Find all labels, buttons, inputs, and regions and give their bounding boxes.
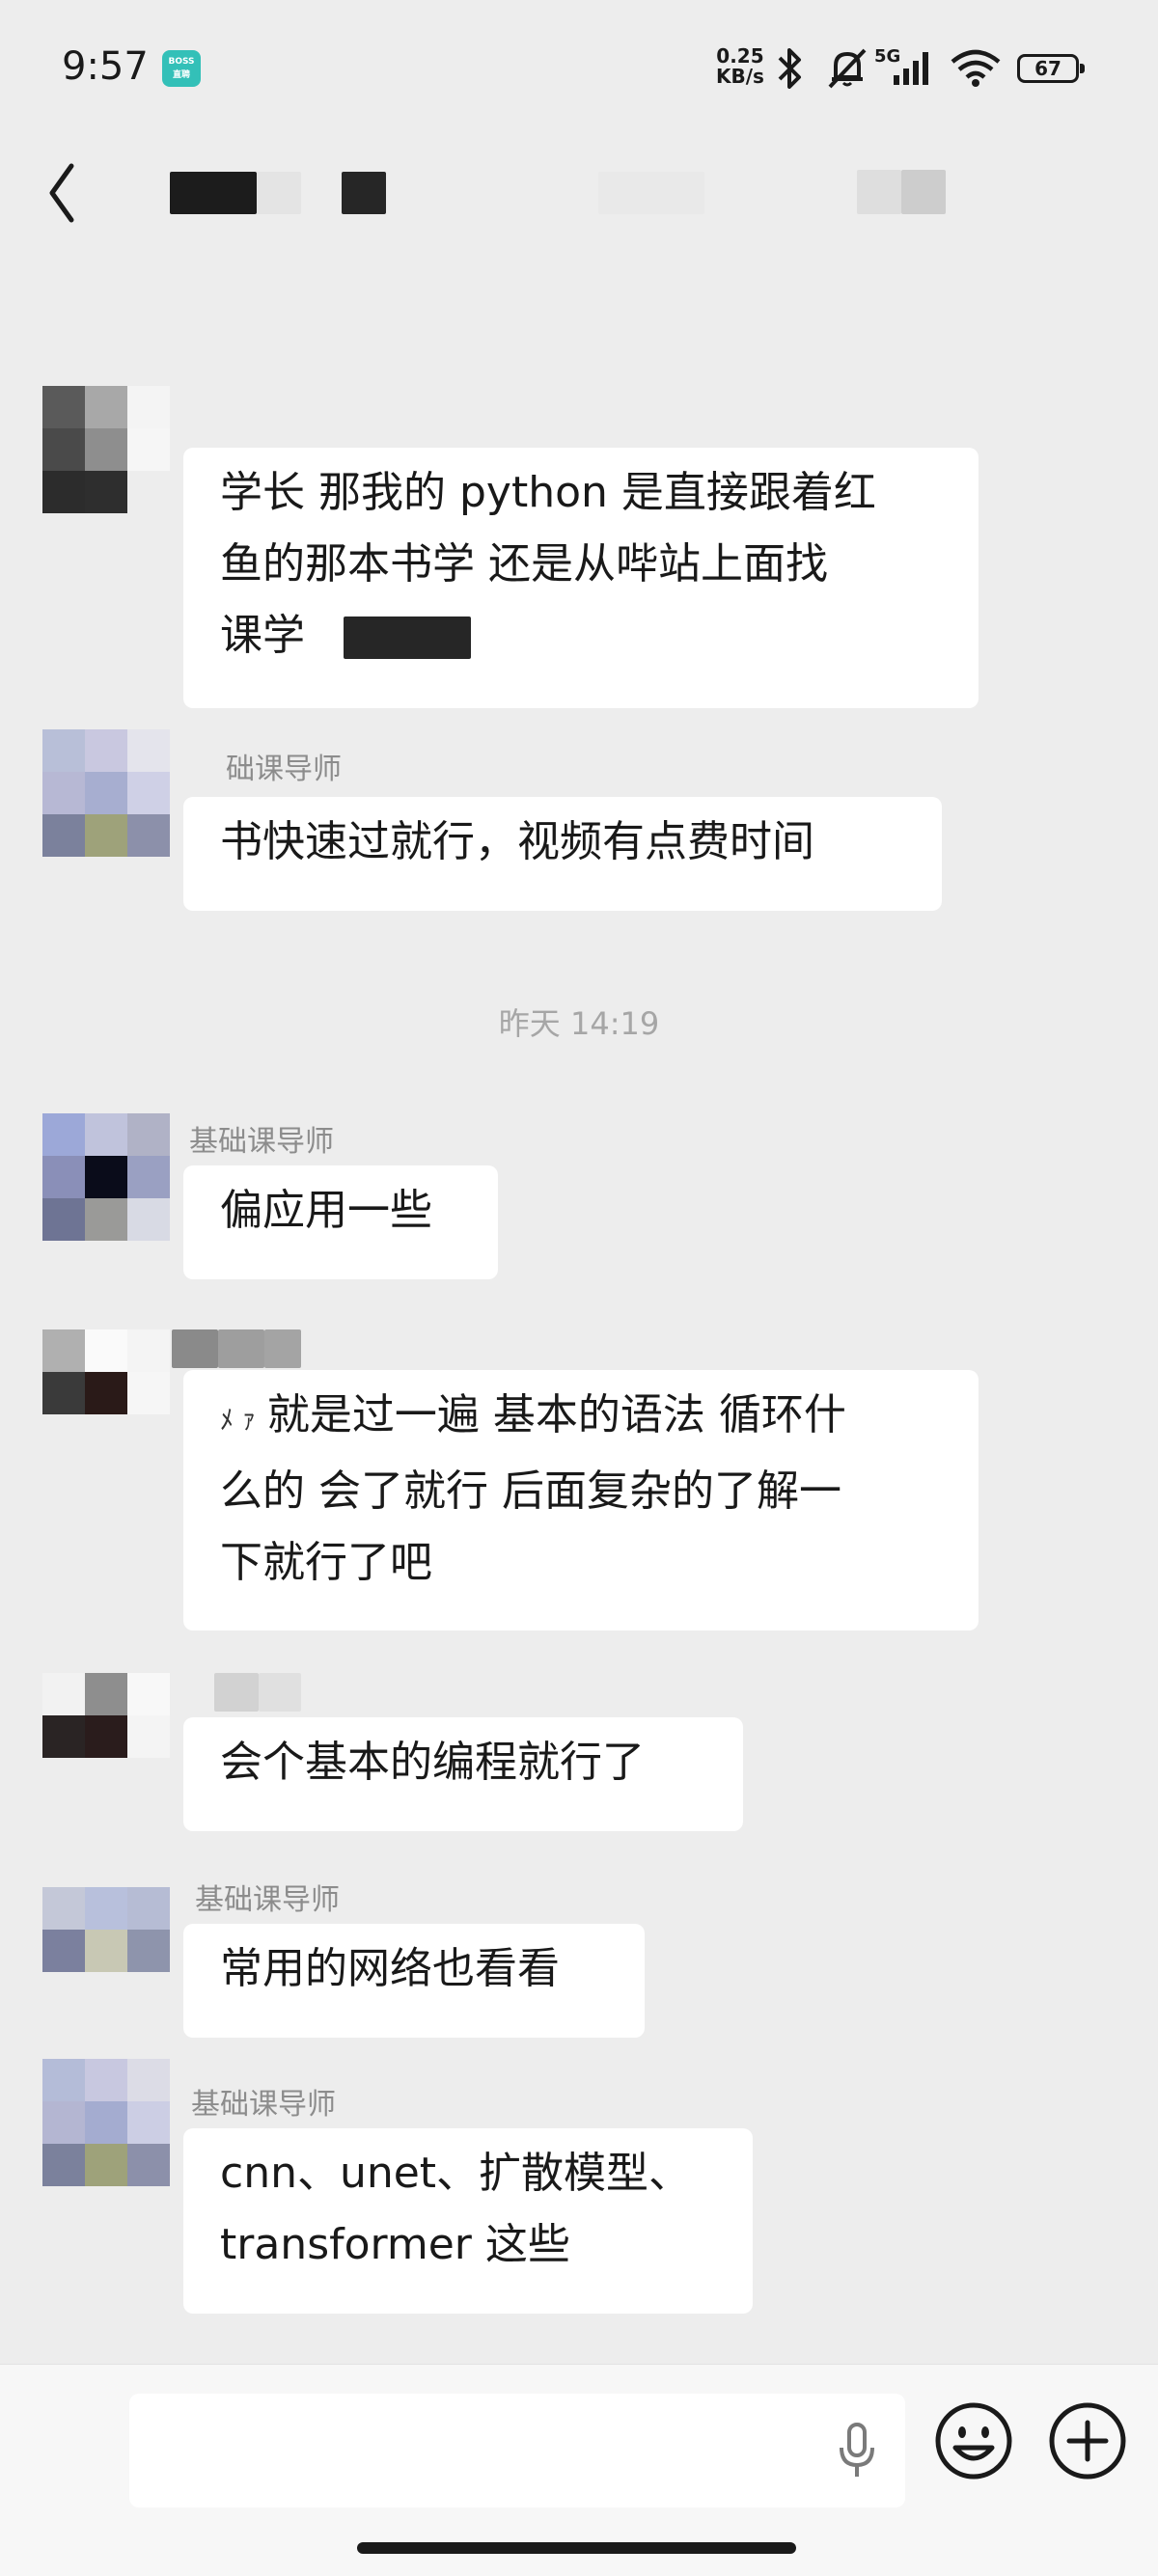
boss-app-badge: BOSS 直聘 <box>162 50 201 87</box>
message-text-line: 偏应用一些 <box>220 1186 432 1235</box>
chat-title-redacted <box>598 172 704 214</box>
avatar[interactable] <box>42 1673 170 1800</box>
message-text-line: 学长 那我的 python 是直接跟着红 <box>220 468 876 517</box>
message-bubble[interactable]: 常用的网络也看看 <box>183 1924 645 2038</box>
message-text-line: 课学 <box>220 611 305 660</box>
home-indicator[interactable] <box>357 2542 796 2554</box>
net-speed-value: 0.25 <box>716 44 764 68</box>
header-action-redacted[interactable] <box>901 170 946 214</box>
message-text-line: 会个基本的编程就行了 <box>220 1738 645 1787</box>
plus-icon[interactable] <box>1046 2399 1129 2482</box>
message-text-line: 常用的网络也看看 <box>220 1944 560 1993</box>
chat-title-redacted <box>257 172 301 214</box>
status-bar: 9:57 BOSS 直聘 0.25 KB/s 5G 67 <box>0 0 1158 135</box>
message-text-line: transformer 这些 <box>220 2220 570 2269</box>
avatar[interactable] <box>42 386 170 513</box>
message-bubble[interactable]: 书快速过就行，视频有点费时间 <box>183 797 942 911</box>
redacted-text <box>344 617 471 659</box>
message-bubble[interactable]: 会个基本的编程就行了 <box>183 1717 743 1831</box>
chat-title-redacted <box>342 172 386 214</box>
sender-name: 基础课导师 <box>195 1883 340 1917</box>
message-text-line: 鱼的那本书学 还是从哔站上面找 <box>220 539 828 589</box>
message-text-line: 书快速过就行，视频有点费时间 <box>220 817 814 866</box>
avatar[interactable] <box>42 1113 170 1241</box>
avatar[interactable] <box>42 1887 170 2014</box>
signal-icon <box>894 52 928 85</box>
sender-name-redacted <box>172 1329 218 1368</box>
message-bubble[interactable]: 偏应用一些 <box>183 1165 498 1279</box>
net-speed: 0.25 KB/s <box>716 46 764 87</box>
message-input[interactable] <box>129 2394 905 2507</box>
microphone-icon[interactable] <box>838 2423 876 2479</box>
chat-header <box>0 135 1158 260</box>
avatar[interactable] <box>42 729 170 857</box>
sender-name-redacted <box>218 1329 264 1368</box>
emoji-icon[interactable] <box>932 2399 1015 2482</box>
status-time: 9:57 <box>62 44 149 89</box>
message-text-line: 下就行了吧 <box>220 1538 432 1587</box>
sender-name: 基础课导师 <box>189 1125 334 1159</box>
avatar[interactable] <box>42 1329 170 1457</box>
redacted-text: ﾒ ｧ <box>220 1404 256 1436</box>
sender-name-redacted <box>264 1329 301 1368</box>
message-bubble[interactable]: 学长 那我的 python 是直接跟着红 鱼的那本书学 还是从哔站上面找 课学 <box>183 448 979 708</box>
header-action-redacted[interactable] <box>857 170 901 214</box>
bluetooth-icon <box>778 48 801 89</box>
bell-muted-icon <box>828 48 867 89</box>
message-text-line: 就是过一遍 基本的语法 循环什 <box>266 1390 846 1439</box>
sender-name-redacted <box>214 1673 259 1712</box>
message-text-line: cnn、unet、扩散模型、 <box>220 2149 692 2198</box>
chat-title-redacted <box>170 172 257 214</box>
sender-name: 基础课导师 <box>191 2088 336 2122</box>
message-bubble[interactable]: ﾒ ｧ 就是过一遍 基本的语法 循环什 么的 会了就行 后面复杂的了解一 下就行了… <box>183 1370 979 1631</box>
avatar[interactable] <box>42 2059 170 2186</box>
message-text-line: 么的 会了就行 后面复杂的了解一 <box>220 1466 841 1516</box>
battery-icon: 67 <box>1017 54 1085 83</box>
chevron-left-icon[interactable] <box>42 154 100 232</box>
net-speed-unit: KB/s <box>716 65 764 88</box>
chat-timestamp: 昨天 14:19 <box>498 1005 660 1042</box>
sender-name: 础课导师 <box>226 753 342 786</box>
wifi-icon <box>951 49 1001 87</box>
message-bubble[interactable]: cnn、unet、扩散模型、 transformer 这些 <box>183 2128 753 2314</box>
sender-name-redacted <box>259 1673 301 1712</box>
